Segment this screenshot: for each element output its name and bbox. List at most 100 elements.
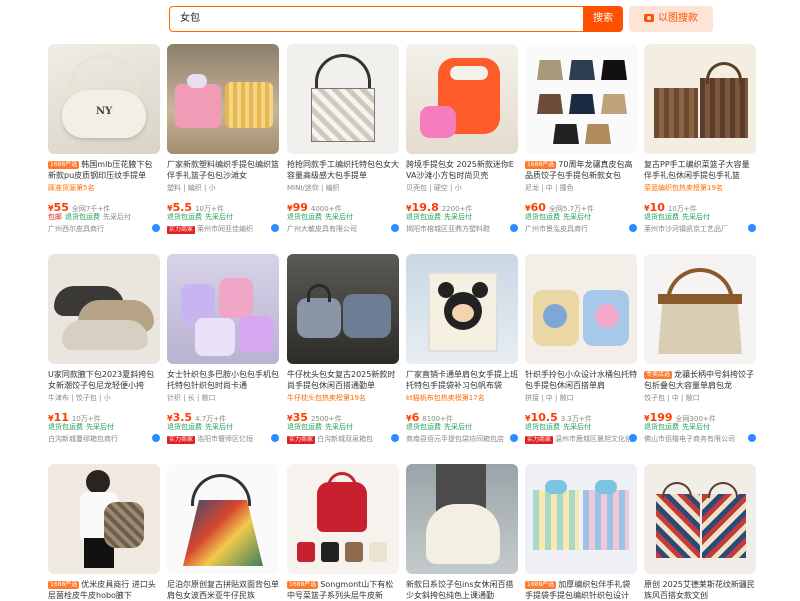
chat-icon[interactable] [510,224,518,232]
product-image[interactable]: NY [48,44,160,154]
shop-name[interactable]: 广州西尔皮具商行 [48,224,160,234]
product-title-text: 尼泊尔原创复古拼贴双面背包单肩包女波西米亚牛仔民族 [167,580,279,600]
product-image[interactable] [644,464,756,574]
product-image[interactable] [525,254,637,364]
product-image[interactable] [406,464,518,574]
product-card[interactable]: 新款日系饺子包ins女休闲百搭少女斜挎包纯色上课通勤 [406,464,518,601]
product-card[interactable]: NY 1688严选 韩国mlb压花腋下包新款pu皮质钢印压纹手提单 踩准货源第5名 ¥5… [48,44,160,234]
product-card[interactable]: 复古PP手工编织菜篮子大容量伴手礼包休闲手提包手礼篮 菜篮编织包热卖榜第19名 ¥1… [644,44,756,234]
product-card[interactable]: 厂家直销卡通单肩包女手提上班托特包手提袋补习包帆布袋 kt猫帆布包热卖榜第17名 ¥… [406,254,518,444]
product-title[interactable]: 1688严选 韩国mlb压花腋下包新款pu皮质钢印压纹手提单 [48,159,160,181]
search-box[interactable] [169,6,583,32]
product-title[interactable]: 1688严选 优米皮具商行 进口头层菌栓皮牛皮hobo腋下 [48,579,160,601]
chat-icon[interactable] [510,434,518,442]
product-card[interactable]: 抢抢同款手工编织托特包包女大容量高级感大包手提单 MINI/迷你 | 编织 ¥99 4… [287,44,399,234]
product-title[interactable]: 1688严选 Songmont山下有松中号菜篮子系列头层牛皮新 [287,579,399,601]
shop-name[interactable]: 实力商家 温州市鹿城区晨旭文化创 [525,434,637,444]
image-search-button[interactable]: 以图搜款 [629,6,713,32]
service-tag: 退货包运费 [406,423,441,431]
chat-icon[interactable] [629,434,637,442]
product-title[interactable]: 厂家新款塑料编织手提包编织篮伴手礼篮子包包沙滩女 [167,159,279,181]
product-card[interactable]: U家同款腋下包2023夏斜挎包女新潮饺子包尼龙轻便小挎牛津布 | 饺子包 | 小… [48,254,160,444]
service-tag: 先采后付 [205,423,233,431]
product-card[interactable]: 女士针织包多巴胺小包包手机包托特包针织包时尚卡通 针织 | 长 | 敞口 ¥3.5 4… [167,254,279,444]
product-card[interactable]: 尼泊尔原创复古拼贴双面背包单肩包女波西米亚牛仔民族 [167,464,279,601]
product-image[interactable] [525,44,637,154]
product-card[interactable]: 厂家新款塑料编织手提包编织篮伴手礼篮子包包沙滩女 塑料 | 编织 | 小 ¥5.5 1… [167,44,279,234]
chat-icon[interactable] [152,434,160,442]
product-title[interactable]: 新款日系饺子包ins女休闲百搭少女斜挎包纯色上课通勤 [406,579,518,601]
product-image[interactable] [406,254,518,364]
product-title[interactable]: U家同款腋下包2023夏斜挎包女新潮饺子包尼龙轻便小挎 [48,369,160,391]
product-image[interactable] [287,44,399,154]
product-image[interactable] [167,44,279,154]
shop-name[interactable]: 广州大敏皮具有限公司 [287,224,399,234]
search-button[interactable]: 搜索 [583,6,623,32]
shop-name[interactable]: 实力商家 洛阳市偃师区亿恒 [167,434,279,444]
product-tag: 1688严选 [48,581,80,589]
product-card[interactable]: 1688严选 70周年龙骧真皮包高品质饺子包手提包新款女包 尼龙 | 中 | 撞色 ¥… [525,44,637,234]
product-card[interactable]: 1688严选 优米皮具商行 进口头层菌栓皮牛皮hobo腋下 [48,464,160,601]
product-attributes: 拼接 | 中 | 敞口 [525,394,574,402]
chat-icon[interactable] [748,434,756,442]
shop-name[interactable]: 揭阳市榕城区亚鼎方塑料鞋 [406,224,518,234]
product-title[interactable]: 专卖店选 龙骧长柄中号斜挎饺子包折叠包大容量单肩包龙 [644,369,756,391]
product-card[interactable]: 专卖店选 龙骧长柄中号斜挎饺子包折叠包大容量单肩包龙 饺子包 | 中 | 敞口 ¥19… [644,254,756,444]
chat-icon[interactable] [748,224,756,232]
product-image[interactable] [48,464,160,574]
product-attributes: 牛仔枕头包热卖榜第19名 [287,394,366,402]
product-card[interactable]: 原创 2025艾德莱斯花纹新疆民族风百搭女款文创 [644,464,756,601]
price-row: ¥19.8 2200+件 [406,196,518,214]
product-image[interactable] [48,254,160,364]
shop-name[interactable]: 实力商家 白沟新城双泉箱包 [287,434,399,444]
product-image[interactable] [644,254,756,364]
product-tag: 1688严选 [287,581,319,589]
product-title[interactable]: 复古PP手工编织菜篮子大容量伴手礼包休闲手提包手礼篮 [644,159,756,181]
service-tag: 退货包运费 [287,213,322,221]
service-tag: 退货包运费 [644,213,679,221]
chat-icon[interactable] [629,224,637,232]
product-image[interactable] [167,464,279,574]
product-title[interactable]: 厂家直销卡通单肩包女手提上班托特包手提袋补习包帆布袋 [406,369,518,391]
product-image[interactable] [644,44,756,154]
product-title[interactable]: 牛仔枕头包女复古2025新款时尚手提包休闲百搭通勤单 [287,369,399,391]
chat-icon[interactable] [152,224,160,232]
chat-icon[interactable] [391,434,399,442]
shop-name[interactable]: 佛山市佰楷电子商务有限公司 [644,434,756,444]
search-input[interactable] [180,7,570,30]
product-attributes: 牛津布 | 饺子包 | 小 [48,394,111,402]
service-tags: 包邮 退货包运费 先采后付 [48,212,160,222]
product-title[interactable]: 原创 2025艾德莱斯花纹新疆民族风百搭女款文创 [644,579,756,601]
shop-name[interactable]: 莱州市沙河镇凯京工艺品厂 [644,224,756,234]
product-card[interactable]: 牛仔枕头包女复古2025新款时尚手提包休闲百搭通勤单 牛仔枕头包热卖榜第19名 ¥3… [287,254,399,444]
product-title[interactable]: 女士针织包多巴胺小包包手机包托特包针织包时尚卡通 [167,369,279,391]
product-image[interactable] [406,44,518,154]
service-tag: 先采后付 [682,423,710,431]
chat-icon[interactable] [271,224,279,232]
product-card[interactable]: 跨境手提包女 2025新款迷你EVA沙滩小方包时尚贝壳 贝壳包 | 硬空 | 小 ¥… [406,44,518,234]
service-tag: 退货包运费 [167,423,202,431]
shop-name[interactable]: 商南县佰元手提包袋坊间箱包店 [406,434,518,444]
chat-icon[interactable] [271,434,279,442]
product-card[interactable]: 1688严选 加厚编织包伴手礼袋手提袋手提包编织针织包设计 [525,464,637,601]
product-image[interactable] [525,464,637,574]
product-title[interactable]: 跨境手提包女 2025新款迷你EVA沙滩小方包时尚贝壳 [406,159,518,181]
shop-name[interactable]: 实力商家 莱州市同亚佳编织 [167,224,279,234]
product-title[interactable]: 抢抢同款手工编织托特包包女大容量高级感大包手提单 [287,159,399,181]
price-row: ¥199 全网300+件 [644,406,756,424]
service-tag: 先采后付 [563,423,591,431]
product-card[interactable]: 针织手拎包小众设计水桶包托特包手提包休闲百搭单肩 拼接 | 中 | 敞口 ¥10.5… [525,254,637,444]
shop-name[interactable]: 白沟新城蔓缪箱包商行 [48,434,160,444]
product-title[interactable]: 尼泊尔原创复古拼贴双面背包单肩包女波西米亚牛仔民族 [167,579,279,601]
product-image[interactable] [287,254,399,364]
product-title[interactable]: 针织手拎包小众设计水桶包托特包手提包休闲百搭单肩 [525,369,637,391]
product-image[interactable] [167,254,279,364]
product-card[interactable]: 1688严选 Songmont山下有松中号菜篮子系列头层牛皮新 [287,464,399,601]
product-title[interactable]: 1688严选 加厚编织包伴手礼袋手提袋手提包编织针织包设计 [525,579,637,601]
product-image[interactable] [287,464,399,574]
product-title[interactable]: 1688严选 70周年龙骧真皮包高品质饺子包手提包新款女包 [525,159,637,181]
service-tag: 先采后付 [325,213,353,221]
product-tag: 1688严选 [525,161,557,169]
chat-icon[interactable] [391,224,399,232]
shop-name[interactable]: 广州市景泓皮具商行 [525,224,637,234]
